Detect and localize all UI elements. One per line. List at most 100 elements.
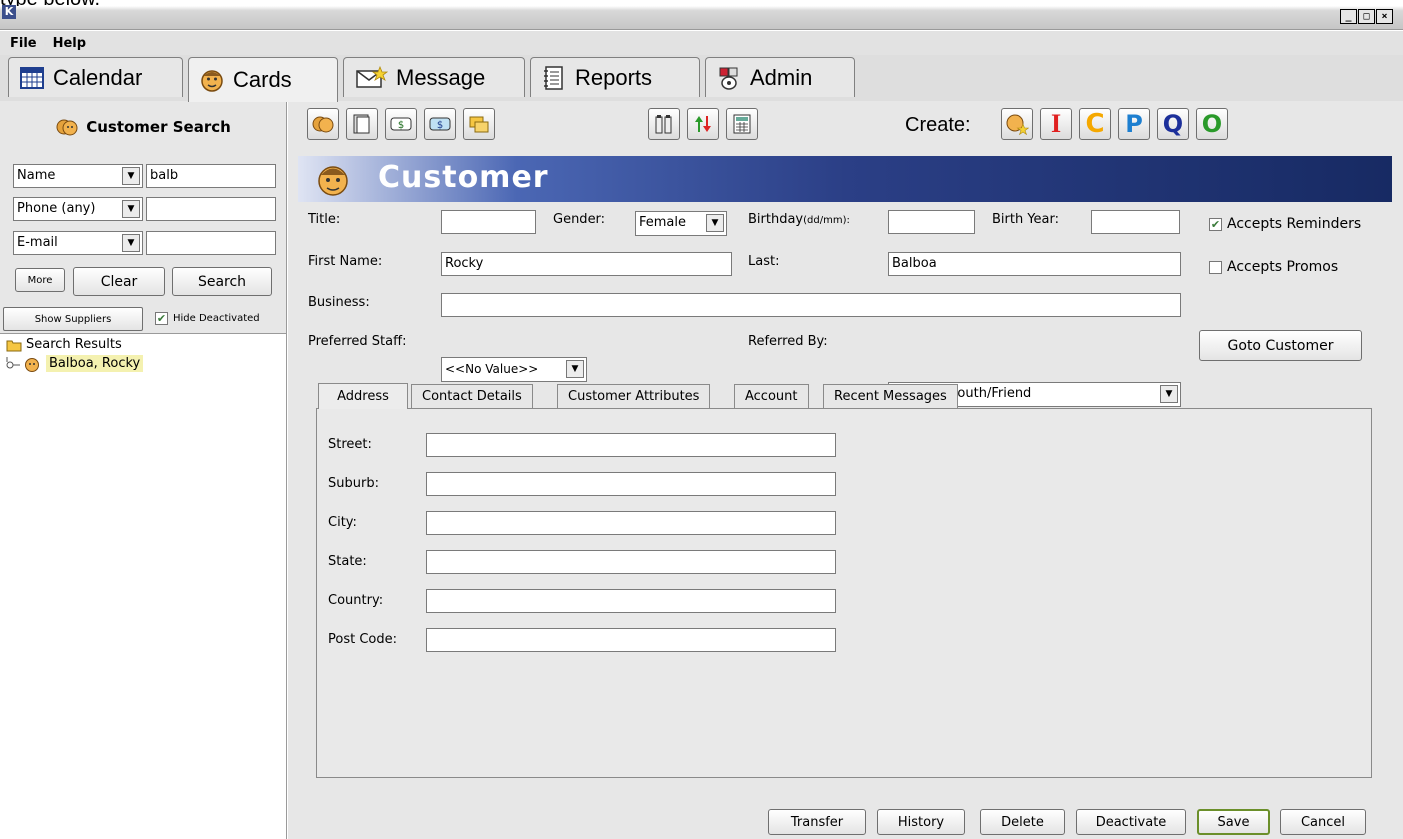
first-name-input[interactable]: Rocky [441, 252, 732, 276]
tab-address[interactable]: Address [318, 383, 408, 409]
search-name-input[interactable]: balb [146, 164, 276, 188]
search-email-type-select[interactable]: E-mail ▼ [13, 231, 143, 255]
show-suppliers-button[interactable]: Show Suppliers [3, 307, 143, 331]
search-email-row: E-mail ▼ [13, 231, 276, 255]
search-phone-row: Phone (any) ▼ [13, 197, 276, 221]
customers-icon [312, 114, 334, 134]
menu-file[interactable]: File [10, 36, 37, 51]
search-phone-type-value: Phone (any) [17, 201, 96, 216]
gender-select[interactable]: Female ▼ [635, 211, 727, 236]
chevron-down-icon: ▼ [706, 214, 724, 232]
accepts-promos-label: Accepts Promos [1227, 259, 1339, 275]
create-payment-button[interactable]: P [1118, 108, 1150, 140]
clear-button[interactable]: Clear [73, 267, 165, 296]
cancel-button[interactable]: Cancel [1280, 809, 1366, 835]
tab-customer-attributes[interactable]: Customer Attributes [557, 384, 711, 408]
preferred-staff-select[interactable]: <<No Value>> ▼ [441, 357, 587, 382]
state-label: State: [328, 554, 367, 569]
menu-help[interactable]: Help [53, 36, 86, 51]
tab-reports[interactable]: Reports [530, 57, 700, 97]
street-input[interactable] [426, 433, 836, 457]
tree-item[interactable]: Balboa, Rocky [6, 355, 144, 372]
search-phone-type-select[interactable]: Phone (any) ▼ [13, 197, 143, 221]
tab-contact-details[interactable]: Contact Details [411, 384, 533, 408]
business-input[interactable] [441, 293, 1181, 317]
birthday-format: (dd/mm): [803, 215, 850, 226]
customer-search-panel: Customer Search Name ▼ balb Phone (any) … [0, 101, 287, 839]
tab-calendar[interactable]: Calendar [8, 57, 183, 97]
create-label: Create: [905, 114, 971, 136]
city-input[interactable] [426, 511, 836, 535]
title-input[interactable] [441, 210, 536, 234]
history-button[interactable]: History [877, 809, 965, 835]
up-down-arrows-icon [692, 113, 714, 135]
deactivate-button[interactable]: Deactivate [1076, 809, 1186, 835]
checkbox-checked-icon: ✔ [155, 312, 168, 325]
search-email-input[interactable] [146, 231, 276, 255]
customer-banner-title: Customer [378, 160, 549, 195]
search-phone-input[interactable] [146, 197, 276, 221]
invoice-button[interactable]: $ [385, 108, 417, 140]
preferred-staff-label: Preferred Staff: [308, 334, 407, 349]
post-code-input[interactable] [426, 628, 836, 652]
chevron-down-icon: ▼ [566, 360, 584, 378]
customer-banner: Customer [298, 156, 1392, 202]
last-name-input[interactable]: Balboa [888, 252, 1181, 276]
gender-label: Gender: [553, 212, 606, 227]
envelope-star-icon [354, 65, 388, 91]
tab-recent-messages[interactable]: Recent Messages [823, 384, 958, 408]
tab-reports-label: Reports [575, 64, 653, 90]
suburb-input[interactable] [426, 472, 836, 496]
goto-customer-button[interactable]: Goto Customer [1199, 330, 1362, 361]
customer-search-header: Customer Search [0, 101, 287, 153]
birthday-label: Birthday(dd/mm): [748, 212, 850, 227]
tab-account[interactable]: Account [734, 384, 809, 408]
tab-admin-label: Admin [750, 64, 813, 90]
search-button[interactable]: Search [172, 267, 272, 296]
tab-message[interactable]: Message [343, 57, 525, 97]
close-button[interactable]: × [1376, 9, 1393, 24]
calculator-button[interactable] [726, 108, 758, 140]
birth-year-input[interactable] [1091, 210, 1180, 234]
create-customer-button[interactable] [1001, 108, 1033, 140]
delete-button[interactable]: Delete [980, 809, 1065, 835]
transfer-stock-button[interactable] [687, 108, 719, 140]
create-invoice-button[interactable]: I [1040, 108, 1072, 140]
gender-value: Female [639, 215, 687, 230]
payment-button[interactable]: $ [424, 108, 456, 140]
products-button[interactable] [648, 108, 680, 140]
preferred-staff-value: <<No Value>> [445, 362, 539, 376]
customer-view-button[interactable] [307, 108, 339, 140]
maximize-button[interactable]: □ [1358, 9, 1375, 24]
create-credit-button[interactable]: C [1079, 108, 1111, 140]
chevron-down-icon: ▼ [122, 200, 140, 218]
country-input[interactable] [426, 589, 836, 613]
window-titlebar: K _ □ × [0, 5, 1403, 30]
face-icon [24, 356, 40, 372]
save-button[interactable]: Save [1197, 809, 1270, 835]
tab-admin[interactable]: Admin [705, 57, 855, 97]
search-field-type-select[interactable]: Name ▼ [13, 164, 143, 188]
hide-deactivated-checkbox[interactable]: ✔ Hide Deactivated [155, 312, 260, 325]
accepts-promos-checkbox[interactable]: Accepts Promos [1209, 259, 1338, 275]
tree-item-label: Balboa, Rocky [46, 355, 144, 372]
street-label: Street: [328, 437, 372, 452]
folders-button[interactable] [463, 108, 495, 140]
search-email-type-value: E-mail [17, 235, 58, 250]
face-icon [316, 160, 350, 202]
more-button[interactable]: More [15, 268, 65, 292]
tab-calendar-label: Calendar [53, 64, 143, 90]
contact-cards-button[interactable] [346, 108, 378, 140]
create-order-button[interactable]: O [1196, 108, 1228, 140]
minimize-button[interactable]: _ [1340, 9, 1357, 24]
suburb-label: Suburb: [328, 476, 379, 491]
transfer-button[interactable]: Transfer [768, 809, 866, 835]
create-quote-button[interactable]: Q [1157, 108, 1189, 140]
window-controls: _ □ × [1339, 9, 1393, 24]
tab-cards[interactable]: Cards [188, 57, 338, 102]
country-label: Country: [328, 593, 384, 608]
accepts-reminders-checkbox[interactable]: ✔ Accepts Reminders [1209, 216, 1361, 232]
state-input[interactable] [426, 550, 836, 574]
birthday-input[interactable] [888, 210, 975, 234]
tree-root[interactable]: Search Results [6, 337, 122, 352]
